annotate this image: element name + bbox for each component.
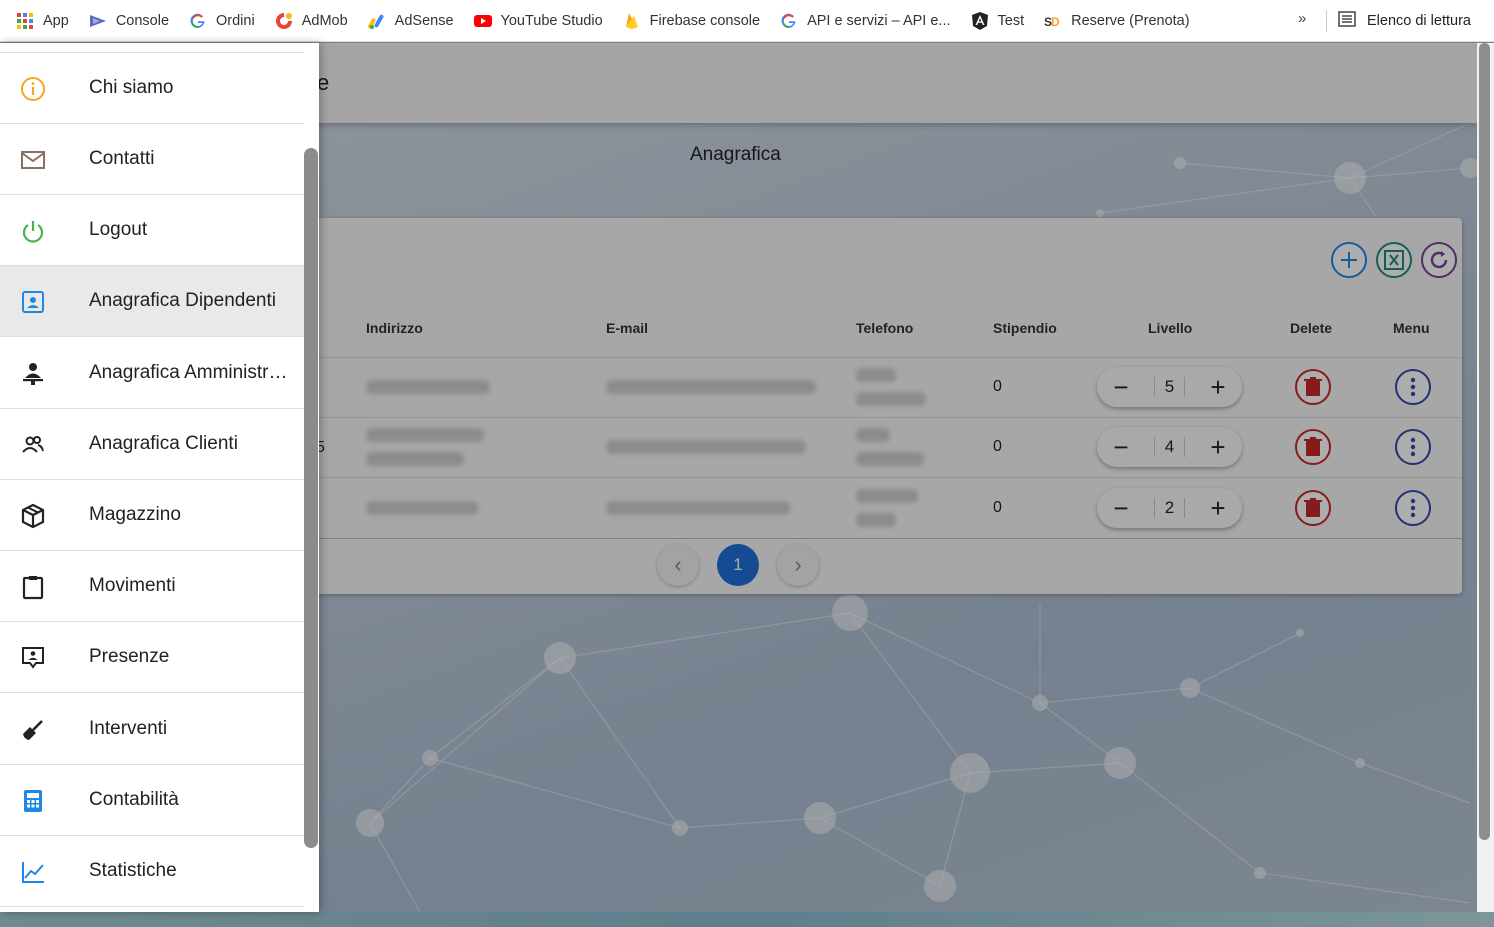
reading-list-label: Elenco di lettura bbox=[1367, 13, 1471, 29]
drawer-item-statistiche[interactable]: Statistiche bbox=[0, 836, 304, 907]
bookmark-label: Ordini bbox=[216, 12, 255, 29]
admob-icon bbox=[275, 12, 293, 30]
calculator-icon bbox=[20, 788, 46, 814]
drawer-item-label: Movimenti bbox=[89, 575, 176, 596]
bookmarks-separator bbox=[1326, 10, 1327, 32]
bookmark-label: AdMob bbox=[301, 12, 348, 29]
drawer-item-label: Presenze bbox=[89, 646, 170, 667]
adsense-icon bbox=[367, 12, 386, 30]
reading-list-icon bbox=[1338, 10, 1356, 32]
cleaning-icon bbox=[20, 717, 46, 743]
reserve-icon: SD bbox=[1044, 12, 1062, 30]
bookmarks-more-button[interactable]: » bbox=[1298, 10, 1306, 27]
drawer-item-contatti[interactable]: Contatti bbox=[0, 124, 304, 195]
angular-icon bbox=[971, 11, 989, 30]
drawer-item-label: Anagrafica Dipendenti bbox=[89, 290, 276, 311]
bookmark-admob[interactable]: AdMob bbox=[275, 12, 348, 30]
drawer-item-chi-siamo[interactable]: Chi siamo bbox=[0, 53, 304, 124]
bookmark-test[interactable]: Test bbox=[971, 11, 1025, 30]
power-icon bbox=[20, 218, 46, 244]
navigation-drawer: Chi siamo Contatti Logout Anagrafica Dip… bbox=[0, 43, 319, 912]
drawer-item-label: Anagrafica Amministratori bbox=[89, 362, 289, 383]
drawer-item-contabilita[interactable]: Contabilità bbox=[0, 765, 304, 836]
apps-grid-icon bbox=[16, 12, 34, 30]
bookmark-reserve[interactable]: SD Reserve (Prenota) bbox=[1044, 12, 1189, 30]
drawer-item-label: Contatti bbox=[89, 148, 155, 169]
bookmark-label: App bbox=[43, 12, 69, 29]
people-icon bbox=[20, 432, 46, 458]
console-icon bbox=[89, 12, 107, 30]
bookmark-label: Console bbox=[115, 12, 170, 29]
drawer-item-label: Magazzino bbox=[89, 504, 181, 525]
drawer-item-label: Logout bbox=[89, 219, 148, 240]
bookmark-label: Test bbox=[997, 12, 1025, 29]
package-icon bbox=[20, 503, 46, 529]
drawer-item-label: Anagrafica Clienti bbox=[89, 433, 238, 454]
mail-icon bbox=[20, 147, 46, 173]
info-icon bbox=[20, 76, 46, 102]
google-icon bbox=[189, 12, 207, 30]
desktop-strip bbox=[0, 912, 1494, 927]
svg-text:D: D bbox=[1051, 15, 1060, 29]
drawer-item-label: Interventi bbox=[89, 718, 168, 739]
google-icon bbox=[780, 12, 798, 30]
youtube-icon bbox=[473, 12, 492, 30]
drawer-item-magazzino[interactable]: Magazzino bbox=[0, 480, 304, 551]
bookmark-firebase[interactable]: Firebase console bbox=[623, 12, 760, 30]
bookmarks-bar: App Console Ordini AdMob AdSense YouTube… bbox=[0, 0, 1494, 42]
bookmark-youtube-studio[interactable]: YouTube Studio bbox=[473, 12, 603, 30]
bookmark-label: AdSense bbox=[394, 12, 454, 29]
bookmark-api-servizi[interactable]: API e servizi – API e... bbox=[780, 12, 951, 30]
drawer-item-movimenti[interactable]: Movimenti bbox=[0, 551, 304, 622]
firebase-icon bbox=[623, 12, 641, 30]
bookmark-app[interactable]: App bbox=[16, 12, 69, 30]
drawer-item-label: Statistiche bbox=[89, 860, 177, 881]
bookmark-console[interactable]: Console bbox=[89, 12, 169, 30]
drawer-scrollbar[interactable] bbox=[304, 148, 319, 848]
reading-list-button[interactable]: Elenco di lettura bbox=[1338, 0, 1471, 42]
drawer-item-logout[interactable]: Logout bbox=[0, 195, 304, 266]
bookmark-label: YouTube Studio bbox=[500, 12, 603, 29]
drawer-scrollbar-thumb[interactable] bbox=[304, 148, 318, 848]
bookmark-label: Firebase console bbox=[649, 12, 761, 29]
bookmark-label: Reserve (Prenota) bbox=[1071, 12, 1190, 29]
clipboard-icon bbox=[20, 574, 46, 600]
bookmark-adsense[interactable]: AdSense bbox=[367, 12, 454, 30]
drawer-item-anagrafica-amministratori[interactable]: Anagrafica Amministratori bbox=[0, 338, 304, 409]
drawer-item-label: Chi siamo bbox=[89, 77, 174, 98]
bookmark-ordini[interactable]: Ordini bbox=[189, 12, 255, 30]
drawer-item-anagrafica-dipendenti[interactable]: Anagrafica Dipendenti bbox=[0, 266, 304, 337]
drawer-item-interventi[interactable]: Interventi bbox=[0, 694, 304, 765]
bookmark-label: API e servizi – API e... bbox=[807, 12, 951, 29]
page-scrollbar[interactable] bbox=[1477, 43, 1494, 912]
admin-user-icon bbox=[20, 361, 46, 387]
drawer-item-label: Contabilità bbox=[89, 789, 179, 810]
presence-icon bbox=[20, 645, 46, 671]
drawer-item-presenze[interactable]: Presenze bbox=[0, 622, 304, 693]
drawer-item-anagrafica-clienti[interactable]: Anagrafica Clienti bbox=[0, 409, 304, 480]
chart-line-icon bbox=[20, 859, 46, 885]
contact-card-icon bbox=[20, 289, 46, 315]
page-scrollbar-thumb[interactable] bbox=[1479, 43, 1490, 840]
